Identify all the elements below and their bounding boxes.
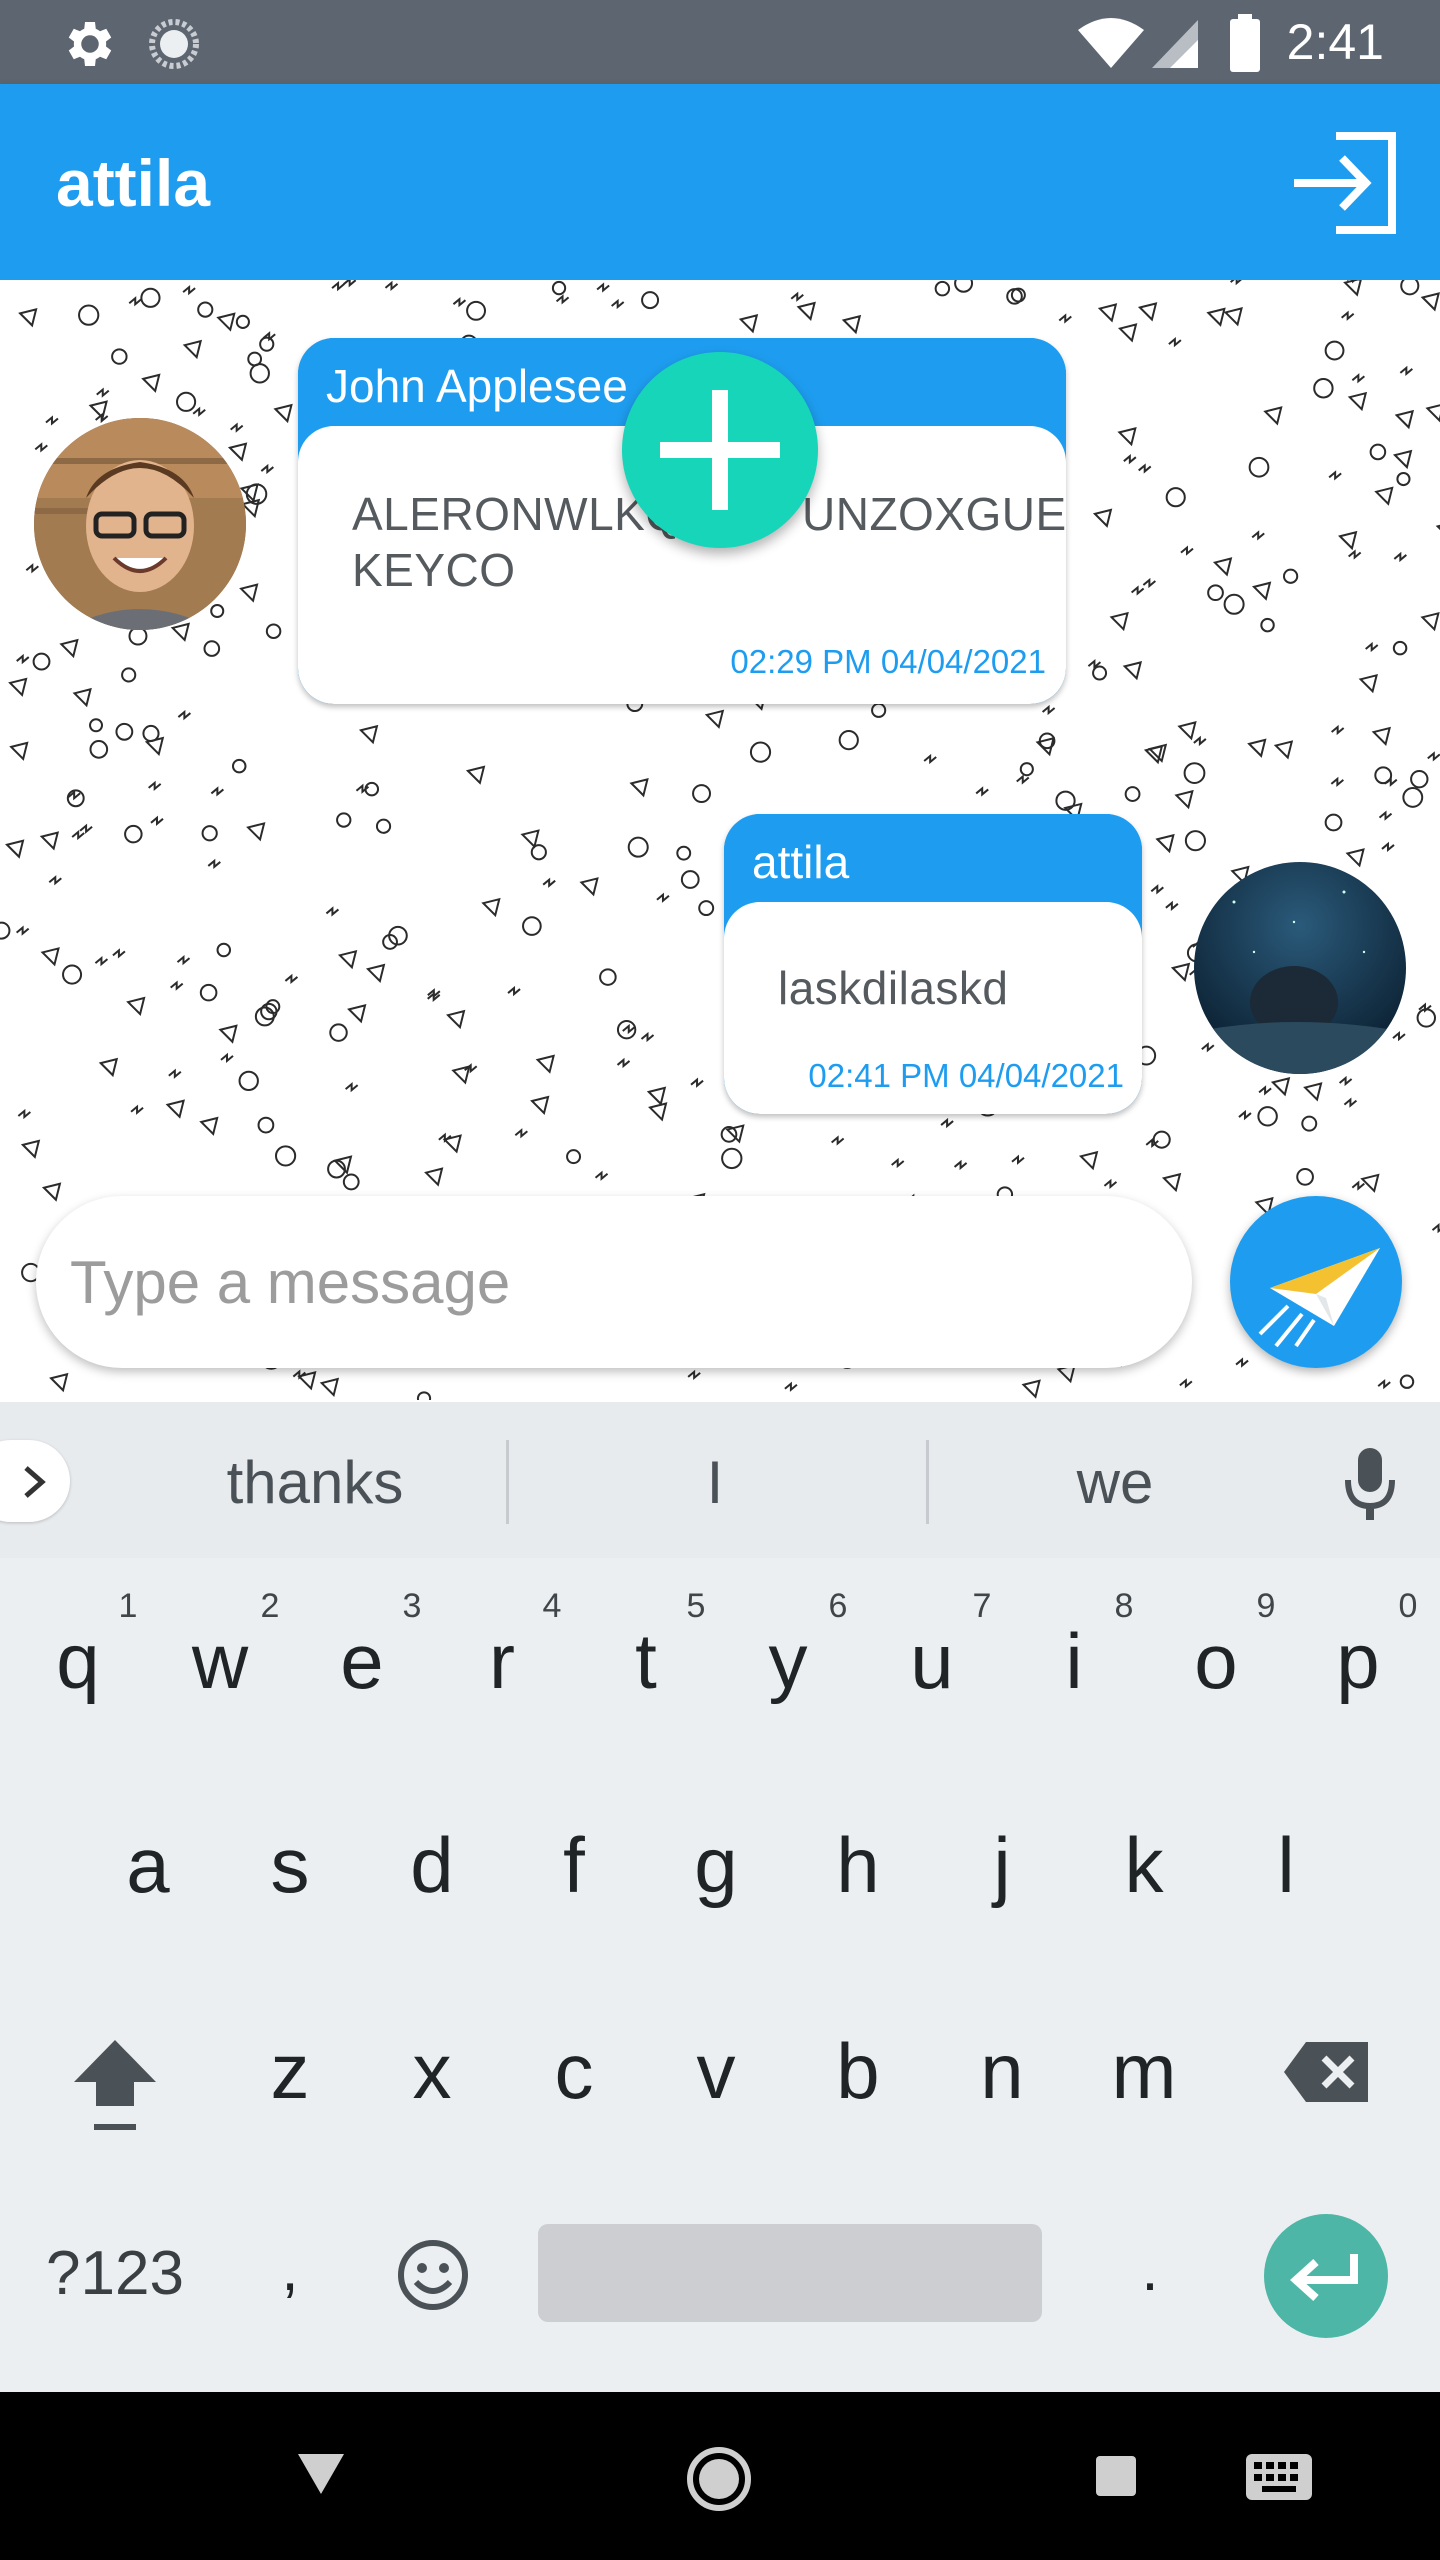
keyboard-icon[interactable]: [1244, 2452, 1314, 2502]
comma-key[interactable]: ,: [240, 2230, 340, 2310]
key-c[interactable]: c: [524, 2026, 624, 2116]
suggestion-2[interactable]: I: [540, 1448, 890, 1518]
backspace-icon[interactable]: [1282, 2040, 1372, 2104]
key-o[interactable]: o: [1166, 1616, 1266, 1706]
key-s[interactable]: s: [240, 1820, 340, 1910]
key-hint: 5: [686, 1587, 706, 1625]
key-hint: 7: [972, 1587, 992, 1625]
plus-icon: [660, 390, 780, 510]
add-fab-button[interactable]: [622, 352, 818, 548]
battery-icon: [1230, 14, 1260, 72]
cell-signal-icon: [1152, 20, 1198, 68]
key-a[interactable]: a: [98, 1820, 198, 1910]
key-e[interactable]: e: [312, 1616, 412, 1706]
key-k[interactable]: k: [1094, 1820, 1194, 1910]
key-q[interactable]: q: [28, 1616, 128, 1706]
logout-icon[interactable]: [1284, 128, 1404, 238]
message-bubble-outgoing[interactable]: attila laskdilaskd 02:41 PM 04/04/2021: [724, 814, 1142, 1114]
wifi-icon: [1078, 18, 1144, 68]
key-u[interactable]: u: [882, 1616, 982, 1706]
message-timestamp: 02:41 PM 04/04/2021: [808, 1057, 1124, 1094]
key-y[interactable]: y: [738, 1616, 838, 1706]
avatar[interactable]: [34, 418, 246, 630]
key-hint: 0: [1398, 1587, 1418, 1625]
sync-icon: [149, 19, 199, 69]
suggestion-3[interactable]: we: [940, 1448, 1290, 1518]
key-hint: 1: [118, 1587, 138, 1625]
key-p[interactable]: p: [1308, 1616, 1408, 1706]
emoji-icon[interactable]: [396, 2238, 470, 2312]
key-hint: 9: [1256, 1587, 1276, 1625]
divider: [926, 1440, 929, 1524]
key-l[interactable]: l: [1236, 1820, 1336, 1910]
gear-icon: [68, 22, 112, 66]
divider: [506, 1440, 509, 1524]
avatar[interactable]: [1194, 862, 1406, 1074]
message-sender: attila: [752, 836, 850, 888]
key-hint: 2: [260, 1587, 280, 1625]
key-d[interactable]: d: [382, 1820, 482, 1910]
enter-icon: [1290, 2254, 1358, 2301]
back-triangle-icon[interactable]: [296, 2452, 346, 2496]
key-m[interactable]: m: [1094, 2026, 1194, 2116]
recents-square-icon[interactable]: [1094, 2454, 1138, 2498]
key-hint: 3: [402, 1587, 422, 1625]
message-input[interactable]: [36, 1196, 1192, 1368]
symbols-key[interactable]: ?123: [30, 2234, 200, 2314]
key-r[interactable]: r: [452, 1616, 552, 1706]
key-hint: 6: [828, 1587, 848, 1625]
chevron-right-icon: [24, 1466, 46, 1498]
key-i[interactable]: i: [1024, 1616, 1124, 1706]
key-x[interactable]: x: [382, 2026, 482, 2116]
status-bar: [0, 0, 1440, 84]
message-sender: John Applesee: [326, 360, 628, 412]
key-n[interactable]: n: [952, 2026, 1052, 2116]
microphone-icon[interactable]: [1340, 1444, 1400, 1524]
home-circle-icon[interactable]: [686, 2446, 752, 2512]
key-w[interactable]: w: [170, 1616, 270, 1706]
shift-icon[interactable]: [70, 2034, 160, 2138]
message-text-line2: KEYCO: [352, 544, 516, 596]
paper-plane-icon: [1258, 1248, 1380, 1348]
key-t[interactable]: t: [596, 1616, 696, 1706]
app-title: attila: [56, 146, 211, 220]
key-hint: 8: [1114, 1587, 1134, 1625]
message-timestamp: 02:29 PM 04/04/2021: [730, 643, 1046, 680]
key-h[interactable]: h: [808, 1820, 908, 1910]
message-text: laskdilaskd: [778, 962, 1009, 1014]
key-j[interactable]: j: [952, 1820, 1052, 1910]
key-b[interactable]: b: [808, 2026, 908, 2116]
key-f[interactable]: f: [524, 1820, 624, 1910]
key-z[interactable]: z: [240, 2026, 340, 2116]
app-bar: [0, 84, 1440, 280]
key-g[interactable]: g: [666, 1820, 766, 1910]
key-hint: 4: [542, 1587, 562, 1625]
send-button[interactable]: [1230, 1196, 1402, 1368]
avatar-photo: [1194, 862, 1406, 1074]
status-time: 2:41: [1286, 14, 1384, 70]
space-key[interactable]: [538, 2224, 1042, 2322]
message-text-cont: UNZOXGUE: [802, 488, 1066, 540]
avatar-photo: [34, 418, 246, 630]
key-v[interactable]: v: [666, 2026, 766, 2116]
enter-key[interactable]: [1264, 2214, 1388, 2338]
suggestion-1[interactable]: thanks: [140, 1448, 490, 1518]
period-key[interactable]: .: [1100, 2230, 1200, 2310]
